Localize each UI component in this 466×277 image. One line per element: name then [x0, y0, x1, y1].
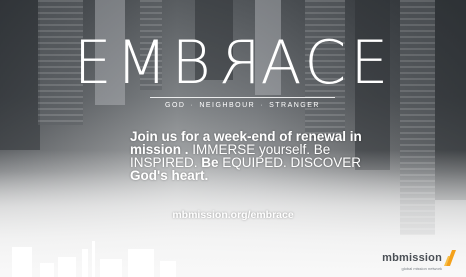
invitation-text: Join us for a week-end of renewal in mis… [130, 130, 380, 183]
tagline-separator: · [260, 102, 265, 109]
skyline-silhouette [92, 241, 95, 277]
copy-part: EQUIPED. DISCOVER [222, 155, 362, 170]
tagline-word: STRANGER [269, 102, 320, 109]
skyline-silhouette [12, 247, 32, 277]
copy-part: God's heart. [130, 168, 209, 183]
title-reversed-letter: R [214, 28, 261, 98]
skyline-silhouette [128, 249, 154, 277]
title-prefix: EMB [73, 28, 215, 98]
tagline-separator: · [190, 102, 195, 109]
skyline-silhouette [100, 259, 122, 277]
logo-name: mbmission [382, 251, 442, 264]
logo-subtitle: global mission network [401, 266, 442, 271]
tagline-word: NEIGHBOUR [199, 102, 256, 109]
page-title: EMBRACE [0, 28, 466, 98]
skyline-silhouette [58, 257, 76, 277]
logo-mark-icon [444, 249, 456, 266]
tagline-word: GOD [165, 102, 186, 109]
skyline-silhouette [40, 263, 54, 277]
website-link[interactable]: mbmission.org/embrace [0, 209, 466, 221]
skyline-silhouette [160, 261, 176, 277]
mbmission-logo: mbmission global mission network [382, 249, 456, 271]
title-suffix: ACE [260, 28, 393, 98]
skyline-silhouette [82, 249, 88, 277]
tagline: GOD · NEIGHBOUR · STRANGER [150, 97, 335, 109]
